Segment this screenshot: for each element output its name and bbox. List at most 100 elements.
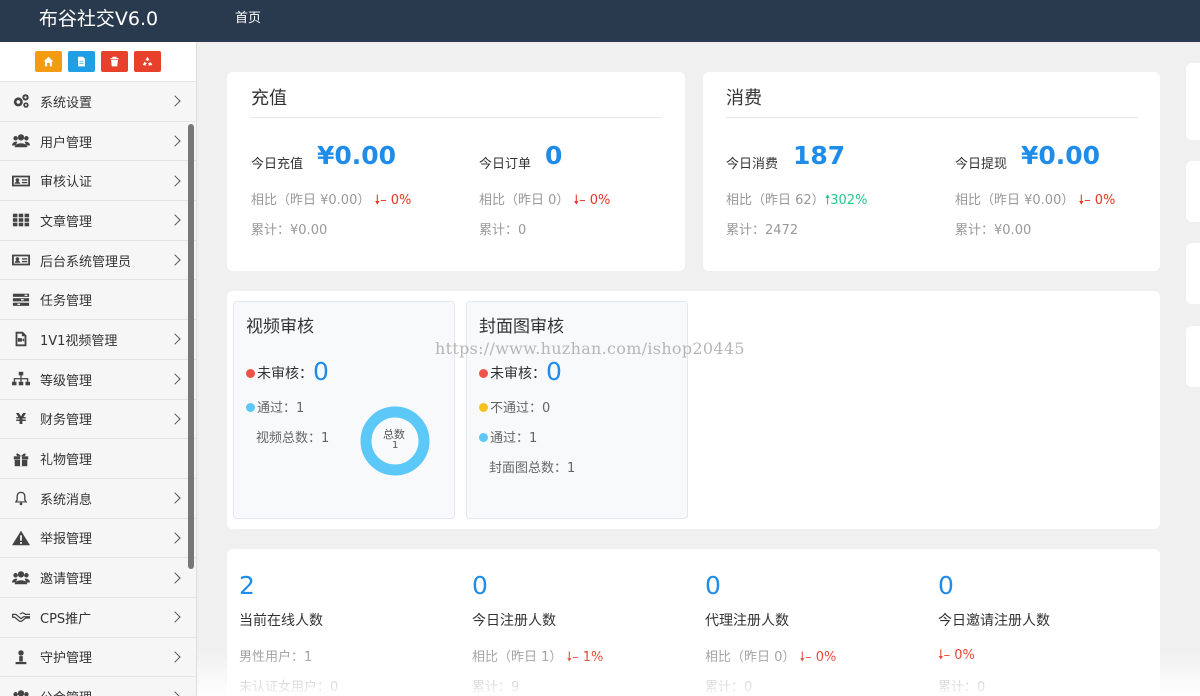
cover-total-row: 封面图总数：1: [489, 457, 575, 476]
trash-icon: [110, 56, 119, 67]
sidebar-item-label: 举报管理: [40, 532, 93, 548]
trash-button[interactable]: [101, 51, 128, 72]
chevron-right-icon: [169, 95, 181, 108]
total-label: 累计：: [955, 223, 995, 238]
sidebar-item-finance[interactable]: ¥ 财务管理: [0, 399, 196, 440]
sidebar-item-reports[interactable]: 举报管理: [0, 518, 196, 559]
yen-icon: ¥: [15, 409, 27, 428]
sidebar-item-guild[interactable]: 公会管理: [0, 677, 196, 696]
chevron-right-icon: [169, 492, 181, 504]
stat-label: 今日邀请注册人数: [938, 613, 1050, 629]
red-dot-icon: [246, 369, 255, 378]
rejected-value: 0: [542, 401, 551, 416]
donut-center-value: 1: [392, 440, 399, 451]
stat-label: 当前在线人数: [239, 613, 323, 629]
chevron-right-icon: [169, 254, 181, 266]
sidebar-item-tasks[interactable]: 任务管理: [0, 280, 196, 321]
chevron-right-icon: [169, 135, 181, 147]
compare-value: 0%: [954, 648, 975, 663]
divider: [726, 117, 1138, 118]
sidebar-item-invites[interactable]: 邀请管理: [0, 558, 196, 598]
chevron-right-icon: [169, 373, 181, 385]
users-stats-card: 2 当前在线人数 男性用户：1 未认证女用户：0 0 今日注册人数 相比（昨日 …: [227, 549, 1160, 696]
sidebar-item-cps[interactable]: CPS推广: [0, 597, 196, 638]
compare-sep: –: [943, 648, 951, 663]
consume-title: 消费: [726, 88, 762, 109]
total-value: 1: [567, 461, 576, 476]
video-file-icon: [11, 331, 31, 347]
sidebar-item-admins[interactable]: 后台系统管理员: [0, 240, 196, 281]
pending-label: 未审核：: [257, 366, 313, 382]
passed-label: 通过：: [490, 431, 530, 446]
sidebar-item-levels[interactable]: 等级管理: [0, 359, 196, 400]
total-value: ¥0.00: [994, 223, 1032, 238]
compare-sep: –: [805, 650, 812, 665]
users-icon: [11, 570, 31, 586]
sidebar-item-label: 后台系统管理员: [40, 254, 132, 270]
video-review-panel: 视频审核 未审核：0 通过：1 视频总数：1 总数 1: [233, 301, 455, 519]
sidebar-item-articles[interactable]: 文章管理: [0, 201, 196, 241]
pending-value: 0: [546, 357, 562, 386]
grid-icon: [11, 212, 31, 228]
right-panel-stub: [1186, 63, 1200, 140]
passed-value: 1: [296, 401, 305, 416]
sidebar-item-video-1v1[interactable]: 1V1视频管理: [0, 320, 196, 360]
warning-icon: [11, 530, 31, 546]
handshake-icon: [11, 609, 31, 625]
stat-agent-register: 0 代理注册人数 相比（昨日 0） 🠗– 0% 累计：0: [705, 571, 925, 696]
sidebar-scrollbar[interactable]: [188, 124, 194, 569]
sidebar-item-users[interactable]: 用户管理: [0, 121, 196, 162]
rejected-label: 不通过：: [490, 401, 543, 416]
video-pending-row: 未审核：0: [246, 357, 329, 386]
stat-today-register: 0 今日注册人数 相比（昨日 1） 🠗– 1% 累计：9: [472, 571, 692, 696]
compare-text: 相比（昨日 0）: [479, 193, 570, 208]
chevron-right-icon: [169, 532, 181, 544]
chevron-right-icon: [169, 690, 181, 696]
withdraw-total: 累计：¥0.00: [955, 219, 1031, 238]
admin-card-icon: [11, 252, 31, 268]
sidebar-item-system-settings[interactable]: 系统设置: [0, 82, 196, 122]
stat-compare: 相比（昨日 0） 🠗– 0%: [705, 646, 836, 670]
total-label: 累计：: [726, 223, 766, 238]
sidebar-item-verification[interactable]: 审核认证: [0, 161, 196, 202]
cover-rejected-row: 不通过：0: [479, 397, 550, 416]
recharge-title: 充值: [251, 88, 287, 109]
compare-text: 相比（昨日 0）: [705, 650, 796, 665]
sidebar-item-messages[interactable]: 系统消息: [0, 478, 196, 519]
stat-compare: 🠗– 0%: [938, 646, 975, 668]
total-label: 封面图总数：: [489, 461, 568, 476]
total-value: 0: [518, 223, 527, 238]
compare-value: 1%: [582, 650, 604, 665]
recharge-card: 充值 今日充值 ¥0.00 相比（昨日 ¥0.00） 🠗– 0% 累计：¥0.0…: [227, 72, 685, 271]
users-icon: [11, 133, 31, 149]
tab-home[interactable]: 首页: [235, 0, 261, 42]
today-withdraw-label: 今日提现: [955, 157, 1008, 172]
sidebar-item-label: 财务管理: [40, 413, 93, 429]
today-withdraw-value: ¥0.00: [1021, 141, 1101, 170]
compare-value: 0%: [589, 193, 611, 208]
file-button[interactable]: [68, 51, 95, 72]
stat-line2: 累计：0: [705, 680, 753, 695]
total-value: ¥0.00: [290, 223, 328, 238]
sidebar-item-label: 等级管理: [40, 373, 93, 389]
compare-sep: –: [579, 193, 586, 208]
sidebar-item-guardian[interactable]: 守护管理: [0, 637, 196, 678]
sidebar-item-gifts[interactable]: 礼物管理: [0, 439, 196, 479]
home-button[interactable]: [35, 51, 62, 72]
red-dot-icon: [479, 369, 488, 378]
recharge-compare: 相比（昨日 ¥0.00） 🠗– 0%: [251, 189, 411, 213]
yellow-dot-icon: [479, 403, 488, 412]
today-consume-label: 今日消费: [726, 157, 779, 172]
chevron-right-icon: [169, 611, 181, 623]
compare-value: 0%: [1094, 193, 1116, 208]
sidebar-item-label: 审核认证: [40, 175, 93, 191]
stat-line1: 男性用户：1: [239, 650, 313, 665]
today-recharge-label: 今日充值: [251, 157, 304, 172]
right-panel-stub: [1186, 243, 1200, 304]
recycle-button[interactable]: [134, 51, 161, 72]
cover-review-panel: 封面图审核 未审核：0 不通过：0 通过：1 封面图总数：1: [466, 301, 688, 519]
total-value: 2472: [765, 223, 799, 238]
blue-dot-icon: [479, 433, 488, 442]
stat-value: 0: [938, 571, 954, 600]
compare-sep: –: [1084, 193, 1091, 208]
